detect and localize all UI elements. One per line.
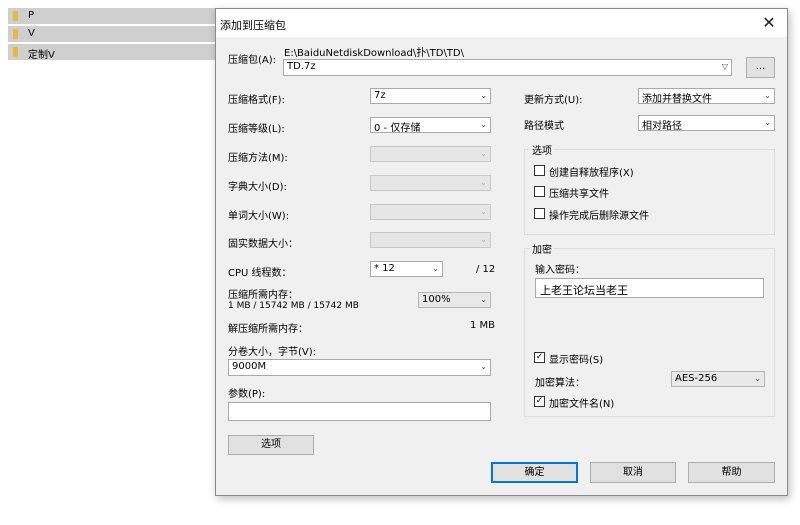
decompress-memory-value: 1 MB [470,320,496,331]
chevron-down-icon: ⌄ [480,362,487,371]
chevron-down-icon: ⌄ [480,91,487,100]
chevron-down-icon: ⌄ [480,235,487,244]
encryption-method-label: 加密算法： [535,378,585,389]
volume-size-label: 分卷大小，字节(V): [228,347,317,358]
chevron-down-icon: ⌄ [754,374,761,383]
options-group-title: 选项 [530,142,554,157]
format-label: 压缩格式(F): [228,95,285,106]
folder-icon [13,47,18,57]
delete-after-label: 操作完成后删除源文件 [549,211,649,222]
update-mode-value: 添加并替换文件 [642,94,712,105]
format-select[interactable]: 7z ⌄ [370,88,491,104]
chevron-down-icon: ▽ [721,62,728,71]
show-password-checkbox[interactable]: ✓ [534,352,545,363]
path-mode-value: 相对路径 [642,121,682,132]
chevron-down-icon: ⌄ [764,91,771,100]
solid-size-label: 固实数据大小： [228,239,298,250]
level-value: 0 - 仅存储 [374,123,421,134]
volume-size-combo[interactable]: 9000M ⌄ [228,359,491,376]
dict-size-select[interactable]: ⌄ [370,175,491,191]
help-button[interactable]: 帮助 [688,462,775,483]
params-label: 参数(P): [228,389,266,400]
folder-icon [13,29,18,39]
encryption-method-select[interactable]: AES-256 ⌄ [671,371,765,387]
sfx-checkbox[interactable] [534,165,545,176]
archive-name-value: TD.7z [287,61,316,72]
close-icon[interactable]: ✕ [759,13,779,33]
method-label: 压缩方法(M): [228,153,288,164]
archive-name-combo[interactable]: TD.7z ▽ [283,59,732,76]
chevron-down-icon: ⌄ [480,149,487,158]
update-mode-select[interactable]: 添加并替换文件 ⌄ [638,88,775,105]
cancel-button[interactable]: 取消 [590,462,676,483]
archive-label: 压缩包(A): [228,55,277,66]
encryption-group-title: 加密 [530,241,554,256]
cpu-threads-select[interactable]: * 12 ⌄ [370,261,443,277]
chevron-down-icon: ⌄ [480,295,487,304]
encrypt-names-label: 加密文件名(N) [549,399,615,410]
chevron-down-icon: ⌄ [480,120,487,129]
browse-button[interactable]: ... [746,57,775,78]
encrypt-names-checkbox[interactable]: ✓ [534,396,545,407]
archive-path: E:\BaiduNetdiskDownload\扑\TD\TD\ [284,48,464,59]
update-mode-label: 更新方式(U): [524,95,583,106]
list-item-label: 定制V [28,50,55,61]
level-label: 压缩等级(L): [228,124,285,135]
list-item-label: V [28,28,35,39]
chevron-down-icon: ⌄ [480,178,487,187]
chevron-down-icon: ⌄ [480,207,487,216]
folder-icon [13,11,18,21]
memory-percent-value: 100% [422,294,451,305]
sfx-label: 创建自释放程序(X) [549,168,634,179]
shared-files-checkbox[interactable] [534,186,545,197]
decompress-memory-label: 解压缩所需内存： [228,324,308,335]
shared-files-label: 压缩共享文件 [549,189,609,200]
params-input[interactable] [228,402,491,421]
cpu-threads-value: * 12 [374,263,395,274]
cpu-threads-label: CPU 线程数： [228,268,292,279]
word-size-select[interactable]: ⌄ [370,204,491,220]
level-select[interactable]: 0 - 仅存储 ⌄ [370,117,491,134]
memory-detail: 1 MB / 15742 MB / 15742 MB [228,301,359,311]
list-item-label: P [28,10,35,21]
format-value: 7z [374,90,386,101]
options-button[interactable]: 选项 [228,435,314,455]
path-mode-select[interactable]: 相对路径 ⌄ [638,115,775,132]
method-select[interactable]: ⌄ [370,146,491,162]
volume-size-value: 9000M [232,361,267,372]
cpu-threads-total: / 12 [476,264,496,275]
dict-size-label: 字典大小(D): [228,182,287,193]
chevron-down-icon: ⌄ [432,264,439,273]
password-label: 输入密码： [535,265,585,276]
word-size-label: 单词大小(W): [228,211,290,222]
show-password-label: 显示密码(S) [549,355,604,366]
add-to-archive-dialog: 添加到压缩包 ✕ 压缩包(A): E:\BaiduNetdiskDownload… [215,8,788,496]
chevron-down-icon: ⌄ [764,118,771,127]
dialog-title: 添加到压缩包 [220,19,286,32]
password-value: 上老王论坛当老王 [540,284,628,297]
solid-size-select[interactable]: ⌄ [370,232,491,248]
memory-label: 压缩所需内存： [228,290,298,301]
encryption-method-value: AES-256 [675,373,718,384]
memory-percent-select[interactable]: 100% ⌄ [418,292,491,308]
password-input[interactable]: 上老王论坛当老王 [535,278,764,298]
path-mode-label: 路径模式 [524,121,564,132]
ok-button[interactable]: 确定 [491,462,578,483]
delete-after-checkbox[interactable] [534,208,545,219]
title-bar: 添加到压缩包 ✕ [216,9,787,37]
